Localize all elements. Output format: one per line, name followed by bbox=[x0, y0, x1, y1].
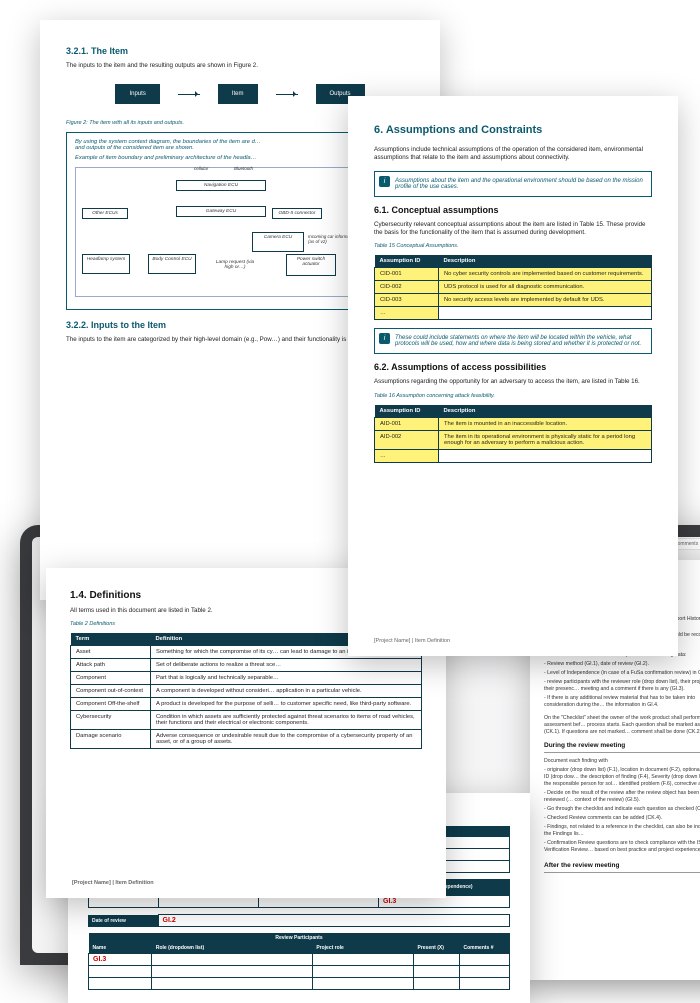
callout-text: These could include statements on where … bbox=[395, 335, 641, 347]
th-assumption-id: Assumption ID bbox=[375, 255, 439, 268]
callout-location: i These could include statements on wher… bbox=[374, 328, 652, 354]
line: - review participants with the reviewer … bbox=[544, 679, 700, 693]
table-row: Component Off-the-shelfA product is deve… bbox=[71, 698, 422, 711]
th-description: Description bbox=[439, 255, 652, 268]
table-row: AID-002The item in its operational envir… bbox=[375, 430, 652, 449]
page-footer: [Project Name] | Item Definition bbox=[374, 638, 450, 644]
th-term: Term bbox=[71, 633, 151, 646]
arrow-icon bbox=[178, 94, 200, 95]
table-15: Assumption IDDescription CID-001No cyber… bbox=[374, 255, 652, 320]
line: - Decide on the result of the review aft… bbox=[544, 790, 700, 804]
table-row: Component out-of-contextA component is d… bbox=[71, 685, 422, 698]
arch-block-obd: OBD-II connector bbox=[272, 208, 322, 219]
table-16: Assumption IDDescription AID-001The item… bbox=[374, 405, 652, 463]
para-item-intro: The inputs to the item and the resulting… bbox=[66, 62, 414, 70]
info-icon: i bbox=[379, 333, 390, 344]
table-row: … bbox=[375, 449, 652, 462]
callout-mission-profile: i Assumptions about the item and the ope… bbox=[374, 171, 652, 197]
divider bbox=[544, 752, 700, 753]
arch-block-navigation: Navigation ECU bbox=[176, 180, 266, 191]
heading-after-meeting: After the review meeting bbox=[544, 862, 700, 869]
heading-6: 6. Assumptions and Constraints bbox=[374, 124, 652, 136]
arch-block-other: Other ECUs bbox=[82, 208, 128, 219]
callout-text: Assumptions about the item and the opera… bbox=[395, 178, 643, 190]
marker-gi3: GI.3 bbox=[383, 898, 396, 905]
para-6-2: Assumptions regarding the opportunity fo… bbox=[374, 378, 652, 386]
th-description: Description bbox=[439, 405, 652, 418]
line: - Go through the checklist and indicate … bbox=[544, 806, 700, 813]
para-6-intro: Assumptions include technical assumption… bbox=[374, 146, 652, 163]
th-assumption-id: Assumption ID bbox=[375, 405, 439, 418]
line: - Review method (GI.1), date of review (… bbox=[544, 661, 700, 668]
line: - originator (drop down list) (F.1), loc… bbox=[544, 767, 700, 788]
info-icon: i bbox=[379, 176, 390, 187]
table-row: CID-001No cyber security controls are im… bbox=[375, 268, 652, 281]
table-row: Damage scenarioAdverse consequence or un… bbox=[71, 730, 422, 749]
line: - If there is any additional review mate… bbox=[544, 695, 700, 709]
diagram-inputs-box: Inputs bbox=[115, 84, 159, 104]
table-row bbox=[89, 978, 510, 990]
heading-6-2: 6.2. Assumptions of access possibilities bbox=[374, 362, 652, 372]
heading-3-2-1: 3.2.1. The Item bbox=[66, 46, 414, 56]
line: - Confirmation Review questions are to c… bbox=[544, 840, 700, 854]
table-row: CID-003No security access levels are imp… bbox=[375, 294, 652, 307]
line: - Findings, not related to a reference i… bbox=[544, 824, 700, 838]
arch-label-bluetooth: Bluetooth bbox=[234, 166, 253, 171]
marker-gi2: GI.2 bbox=[163, 917, 176, 924]
page-footer: [Project Name] | Item Definition bbox=[72, 880, 154, 886]
table-16-caption: Table 16 Assumption concerning attack fe… bbox=[374, 393, 652, 399]
arch-block-power: Power switch actuator bbox=[286, 254, 336, 276]
arch-block-camera: Camera ECU bbox=[252, 232, 304, 252]
table-row: ComponentPart that is logically and tech… bbox=[71, 672, 422, 685]
participants-table: Review Participants NameRole (dropdown l… bbox=[88, 933, 510, 990]
line: Document each finding with bbox=[544, 758, 700, 765]
arch-label-cellular: cellular bbox=[194, 166, 208, 171]
table-row: AID-001The item is mounted in an inacces… bbox=[375, 417, 652, 430]
table-row: CybersecurityCondition in which assets a… bbox=[71, 711, 422, 730]
arrow-icon bbox=[276, 94, 298, 95]
line: On the "Checklist" sheet the owner of th… bbox=[544, 715, 700, 736]
arch-block-body: Body Control ECU bbox=[148, 254, 196, 274]
divider bbox=[544, 872, 700, 873]
arch-block-lamp: Lamp request (via high or…) bbox=[208, 258, 262, 272]
doc-page-assumptions: 6. Assumptions and Constraints Assumptio… bbox=[348, 96, 678, 656]
diagram-item-box: Item bbox=[218, 84, 258, 104]
arch-block-headlamp: Headlamp system bbox=[82, 254, 130, 274]
table-row: … bbox=[375, 307, 652, 320]
table-15-caption: Table 15 Conceptual Assumptions. bbox=[374, 243, 652, 249]
line: - Checked Review comments can be added (… bbox=[544, 815, 700, 822]
table-row: CID-002UDS protocol is used for all diag… bbox=[375, 281, 652, 294]
heading-6-1: 6.1. Conceptual assumptions bbox=[374, 205, 652, 215]
arch-block-gateway: Gateway ECU bbox=[176, 206, 266, 217]
para-6-1: Cybersecurity relevant conceptual assump… bbox=[374, 221, 652, 238]
table-row bbox=[89, 966, 510, 978]
table-row: Attack pathSet of deliberate actions to … bbox=[71, 659, 422, 672]
line: - Level of Independence (in case of a Fu… bbox=[544, 670, 700, 677]
heading-during-meeting: During the review meeting bbox=[544, 742, 700, 749]
date-table: Date of reviewGI.2 bbox=[88, 914, 510, 927]
